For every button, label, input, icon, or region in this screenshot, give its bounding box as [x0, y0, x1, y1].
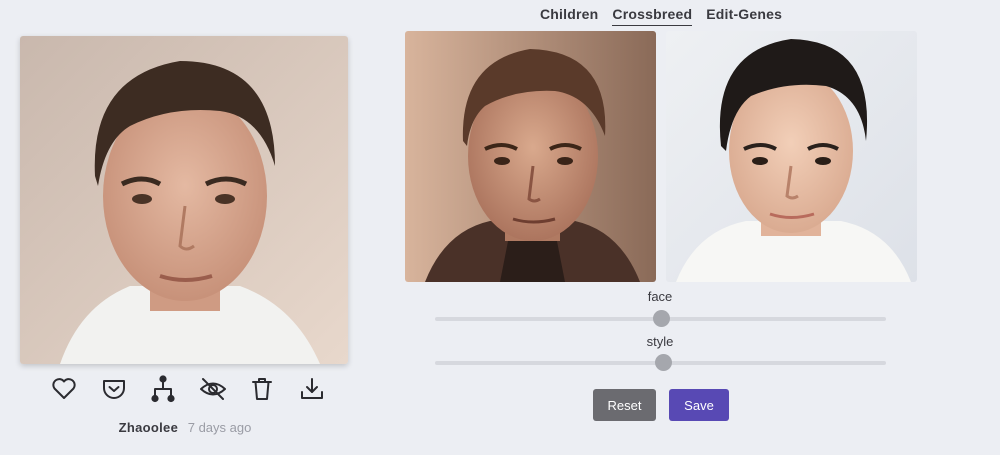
face-slider-label: face	[647, 289, 673, 304]
hide-button[interactable]	[197, 373, 229, 405]
delete-button[interactable]	[246, 373, 278, 405]
tab-crossbreed[interactable]: Crossbreed	[612, 6, 693, 26]
style-slider-label: style	[646, 334, 674, 349]
face-slider[interactable]	[435, 309, 886, 329]
heart-icon	[52, 378, 76, 399]
parent-image-b[interactable]	[666, 31, 917, 282]
tab-edit-genes[interactable]: Edit-Genes	[706, 6, 782, 26]
download-button[interactable]	[296, 373, 328, 405]
eye-off-icon	[199, 378, 226, 400]
pocket-icon	[102, 380, 125, 399]
lineage-button[interactable]	[147, 373, 179, 405]
like-button[interactable]	[48, 373, 80, 405]
save-button[interactable]: Save	[669, 389, 729, 421]
mode-tabs: Children Crossbreed Edit-Genes	[540, 6, 782, 26]
face-slider-thumb[interactable]	[652, 310, 670, 327]
lineage-icon	[151, 375, 175, 403]
trash-icon	[252, 378, 273, 400]
download-icon	[300, 378, 323, 399]
style-slider-thumb[interactable]	[654, 354, 672, 371]
pocket-button[interactable]	[98, 373, 130, 405]
tab-children[interactable]: Children	[540, 6, 598, 26]
action-bar	[48, 373, 328, 405]
main-portrait-image[interactable]	[20, 36, 348, 364]
reset-button[interactable]: Reset	[593, 389, 656, 421]
timestamp: 7 days ago	[187, 420, 252, 435]
style-slider[interactable]	[435, 353, 886, 373]
author-name[interactable]: Zhaoolee	[119, 420, 178, 435]
parent-image-a[interactable]	[405, 31, 656, 282]
image-meta: Zhaoolee 7 days ago	[0, 420, 370, 435]
